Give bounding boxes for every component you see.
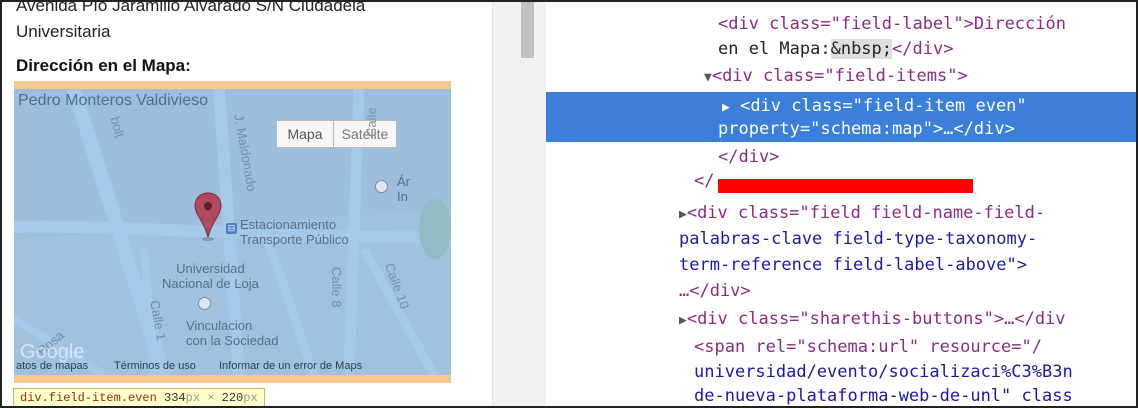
address-line-1: Avenida Pío Jaramillo Alvarado S/N Ciuda… (16, 2, 366, 15)
expand-triangle-icon[interactable]: ▶ (679, 207, 687, 222)
street-label-calle-top: Calle (364, 107, 379, 137)
map-place-title[interactable]: Pedro Monteros Valdivieso (18, 92, 208, 110)
collapse-triangle-icon[interactable]: ▼ (704, 70, 712, 85)
dom-line-span-2[interactable]: universidad/evento/socializaci%C3%B3n (694, 361, 1073, 384)
dom-text: universidad/evento/socializaci%C3%B3n (694, 362, 1073, 382)
dom-text: de-nueva-plataforma-web-de-unl" class (694, 386, 1073, 406)
padding-highlight-top (14, 81, 451, 89)
dom-line-close-div[interactable]: </div> (718, 146, 779, 169)
dom-line-field-palabras-3[interactable]: term-reference field-label-above"> (679, 254, 1027, 277)
tooltip-selector: div.field-item.even (20, 391, 157, 405)
dom-text: en el Mapa: (718, 39, 831, 59)
poi-parking-label[interactable]: Estacionamiento Transporte Público (240, 217, 349, 247)
dom-entity: &nbsp; (830, 39, 893, 59)
tooltip-height-unit: px (243, 391, 258, 405)
dom-text: <div class="field-item even" (740, 96, 1027, 116)
poi-university-line-1: Universidad (176, 261, 245, 276)
tooltip-width-unit: px (185, 391, 201, 405)
dom-text: <div class="field field-name-field- (686, 203, 1046, 223)
map-marker-icon[interactable] (193, 191, 223, 243)
poi-circle-icon (375, 180, 388, 193)
padding-highlight-bottom (14, 375, 451, 383)
web-page-panel: Avenida Pío Jaramillo Alvarado S/N Ciuda… (2, 2, 492, 406)
dom-line-close-partial[interactable]: </ (694, 170, 714, 193)
poi-right-line-1: Ár (397, 174, 410, 189)
dom-line-field-label[interactable]: <div class="field-label">Dirección (718, 13, 1066, 36)
dom-text: </div> (718, 147, 780, 167)
tooltip-height: 220 (221, 391, 244, 405)
dom-text: <span rel="schema:url" resource="/ (694, 337, 1042, 357)
bus-stop-icon: ⊟ (226, 223, 237, 234)
dom-line-span[interactable]: <span rel="schema:url" resource="/ (694, 336, 1042, 359)
window-frame: Avenida Pío Jaramillo Alvarado S/N Ciuda… (0, 0, 1138, 408)
map-attribution-bar: atos de mapas Términos de uso Informar d… (14, 358, 451, 375)
dom-text: term-reference field-label-above"> (679, 255, 1027, 275)
devtools-elements-panel: <div class="field-label">Dirección en el… (546, 2, 1136, 406)
poi-parking-line-2: Transporte Público (240, 232, 349, 247)
scrollbar-thumb[interactable] (521, 2, 534, 58)
poi-vinculacion-label[interactable]: Vinculacion con la Sociedad (186, 318, 279, 348)
poi-vinculacion-line-2: con la Sociedad (186, 333, 279, 348)
report-map-error-link[interactable]: Informar de un error de Maps (219, 360, 362, 372)
poi-parking-line-1: Estacionamiento (240, 217, 337, 232)
dom-line-field-palabras-2[interactable]: palabras-clave field-type-taxonomy- (679, 228, 1037, 251)
embedded-map[interactable]: Pedro Monteros Valdivieso Mapa Satélite … (14, 89, 451, 375)
dom-text: <div class="sharethis-buttons">…</div (686, 309, 1066, 329)
expand-triangle-icon[interactable]: ▶ (679, 313, 687, 328)
dom-line-field-label-cont[interactable]: en el Mapa:&nbsp;</div> (718, 38, 953, 61)
dom-text: …</div> (679, 281, 751, 301)
dom-text: </ (694, 171, 715, 191)
expand-triangle-icon[interactable]: ▶ (722, 100, 730, 115)
dom-text: property="schema:map">…</div> (718, 119, 1015, 139)
street-label-calle-8: Calle 8 (329, 267, 344, 308)
tooltip-width: 334 (164, 391, 186, 405)
page-scrollbar[interactable] (492, 2, 547, 406)
dom-text: <div class="field-items"> (711, 66, 968, 86)
dom-text: </div> (892, 39, 954, 59)
redaction-bar (718, 179, 973, 193)
dom-line-span-3[interactable]: de-nueva-plataforma-web-de-unl" class (694, 385, 1073, 406)
map-data-attribution: atos de mapas (16, 360, 89, 372)
address-line-2: Universitaria (16, 22, 111, 41)
poi-right-label[interactable]: Ár In (397, 174, 410, 204)
terms-of-use-link[interactable]: Términos de uso (114, 360, 196, 372)
selected-dom-node[interactable]: ▶ <div class="field-item even" property=… (546, 92, 1136, 142)
dom-line-field-palabras[interactable]: ▶<div class="field field-name-field- (679, 202, 1045, 226)
map-type-button[interactable]: Mapa (276, 120, 334, 148)
dom-line-field-palabras-4[interactable]: …</div> (679, 280, 751, 303)
dom-line-sharethis[interactable]: ▶<div class="sharethis-buttons">…</div (679, 308, 1066, 332)
address-text: Avenida Pío Jaramillo Alvarado S/N Ciuda… (16, 2, 486, 45)
dom-line-field-item[interactable]: ▶ <div class="field-item even" (722, 95, 1027, 119)
dom-text: palabras-clave field-type-taxonomy- (679, 229, 1038, 249)
dom-text: <div class="field-label">Dirección (718, 14, 1066, 34)
tooltip-times: × (207, 391, 215, 405)
poi-circle-icon (198, 297, 211, 310)
poi-vinculacion-line-1: Vinculacion (186, 318, 253, 333)
poi-university-label[interactable]: Universidad Nacional de Loja (162, 261, 259, 291)
poi-right-line-2: In (397, 189, 408, 204)
map-field-label: Dirección en el Mapa: (16, 56, 191, 75)
dom-line-field-items[interactable]: ▼<div class="field-items"> (704, 65, 968, 89)
inspect-tooltip: div.field-item.even 334px × 220px (13, 388, 265, 406)
poi-university-line-2: Nacional de Loja (162, 276, 259, 291)
dom-line-field-item-cont[interactable]: property="schema:map">…</div> (718, 118, 1015, 141)
